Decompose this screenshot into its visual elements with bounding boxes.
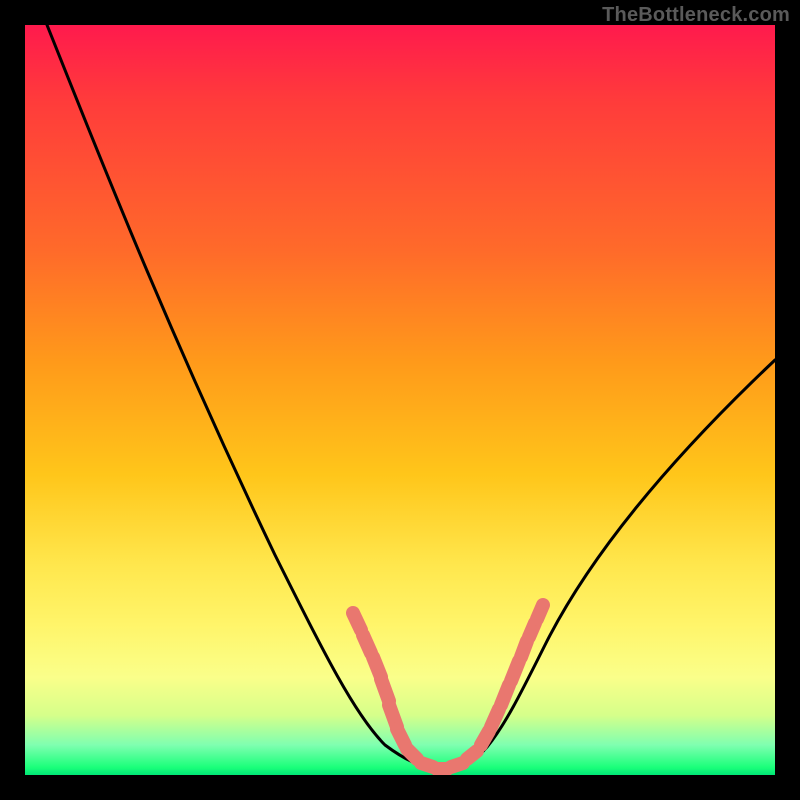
sweet-spot-markers bbox=[353, 605, 545, 769]
plot-area bbox=[25, 25, 775, 775]
chart-frame: TheBottleneck.com bbox=[0, 0, 800, 800]
watermark-text: TheBottleneck.com bbox=[602, 4, 790, 27]
curve-svg bbox=[25, 25, 775, 775]
bottleneck-curve bbox=[47, 25, 775, 769]
